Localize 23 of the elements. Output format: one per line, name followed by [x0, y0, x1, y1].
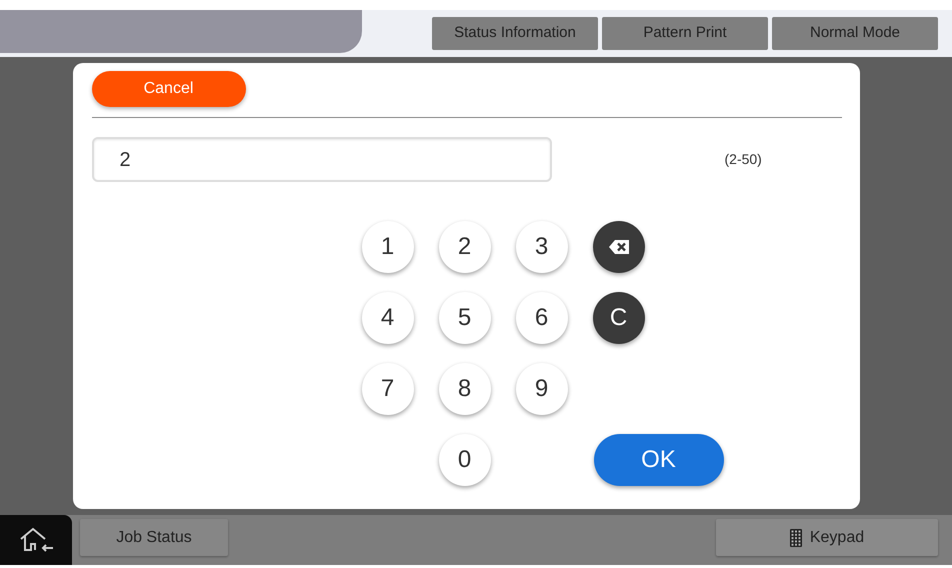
keypad-button[interactable]: Keypad — [716, 519, 938, 556]
digit-key[interactable]: 4 — [362, 292, 414, 344]
mode-button[interactable]: Status Information — [432, 17, 598, 50]
digit-key[interactable]: 7 — [362, 363, 414, 415]
mode-button[interactable]: Pattern Print — [602, 17, 768, 50]
job-status-button[interactable]: Job Status — [80, 519, 228, 556]
digit-key[interactable]: 3 — [516, 221, 568, 273]
ok-button[interactable]: OK — [594, 434, 724, 486]
digit-key[interactable]: 2 — [438, 221, 490, 273]
digit-key[interactable]: 9 — [516, 363, 568, 415]
clear-key[interactable]: C — [592, 292, 644, 344]
keypad-icon — [790, 528, 802, 546]
mode-button[interactable]: Normal Mode — [772, 17, 938, 50]
digit-key[interactable]: 1 — [362, 221, 414, 273]
digit-key[interactable]: 0 — [438, 434, 490, 486]
range-hint: (2-50) — [724, 150, 762, 169]
digit-key[interactable]: 6 — [516, 292, 568, 344]
backspace-icon — [608, 239, 630, 255]
number-field[interactable]: 2 — [92, 137, 552, 182]
backspace-key[interactable] — [592, 221, 644, 273]
home-button[interactable] — [0, 515, 72, 565]
digit-key[interactable]: 8 — [438, 363, 490, 415]
digit-key[interactable]: 5 — [438, 292, 490, 344]
